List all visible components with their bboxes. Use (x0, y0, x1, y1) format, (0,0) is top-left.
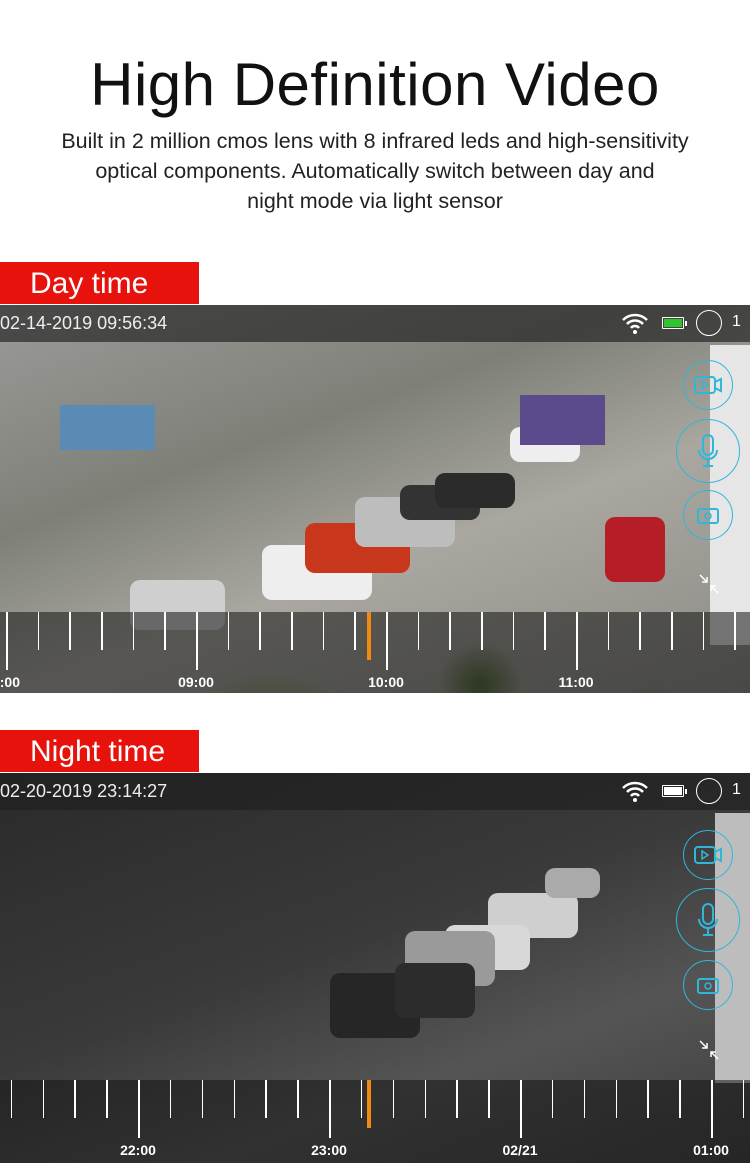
timeline-tick (392, 1080, 395, 1118)
timeline-tick (742, 1080, 745, 1118)
timeline-tick (679, 1080, 681, 1118)
playback-timeline[interactable]: 8:00 09:00 10:00 11:00 (0, 612, 750, 693)
timeline-tick (233, 1080, 235, 1118)
timeline-label: 8:00 (0, 674, 21, 690)
timeline-tick (259, 612, 261, 650)
timeline-tick (132, 612, 135, 650)
page-title: High Definition Video (90, 51, 660, 118)
timeline-tick (734, 612, 736, 650)
microphone-button[interactable] (676, 888, 740, 952)
timeline-tick (671, 612, 673, 650)
record-video-button[interactable] (683, 360, 733, 410)
timeline-label: 01:00 (693, 1142, 729, 1158)
microphone-button[interactable] (676, 419, 740, 483)
timeline-label: 09:00 (178, 674, 214, 690)
timeline-tick (449, 612, 451, 650)
timeline-tick (69, 612, 71, 650)
timeline-tick (607, 612, 610, 650)
timeline-tick (456, 1080, 458, 1118)
timeline-tick (544, 612, 546, 650)
night-time-label: Night time (0, 730, 199, 772)
timeline-tick (488, 1080, 490, 1118)
timeline-tick (639, 612, 641, 650)
timeline-label: 23:00 (311, 1142, 347, 1158)
timeline-cursor[interactable] (367, 1080, 371, 1128)
day-camera-view[interactable]: 02-14-2019 09:56:34 1 8:00 09:00 10:00 11:0… (0, 305, 750, 693)
timeline-tick (74, 1080, 76, 1118)
timeline-tick (169, 1080, 172, 1118)
snapshot-button[interactable] (683, 490, 733, 540)
timeline-tick (424, 1080, 426, 1118)
timeline-tick (481, 612, 483, 650)
timeline-label: 11:00 (558, 674, 594, 690)
description-line: night mode via light sensor (247, 189, 503, 213)
user-icon[interactable] (696, 310, 722, 336)
timeline-tick (6, 612, 8, 670)
timeline-tick (227, 612, 230, 650)
user-icon[interactable] (696, 778, 722, 804)
fullscreen-exit-icon[interactable] (698, 1039, 720, 1061)
timeline-tick (164, 612, 166, 650)
timeline-tick (106, 1080, 108, 1118)
camera-snapshot-icon (697, 508, 719, 524)
timeline-tick (354, 612, 356, 650)
timestamp: 02-14-2019 09:56:34 (0, 313, 168, 333)
timeline-label: 10:00 (368, 674, 404, 690)
battery-charging-icon (662, 317, 687, 329)
viewer-count: 1 (732, 781, 741, 798)
status-bar: 02-20-2019 23:14:27 1 (0, 773, 750, 810)
timeline-tick (417, 612, 420, 650)
timeline-tick (329, 1080, 331, 1138)
record-video-icon (694, 376, 722, 394)
timeline-tick (101, 612, 103, 650)
camera-snapshot-icon (697, 978, 719, 994)
wifi-icon (622, 313, 648, 334)
timeline-tick (360, 1080, 363, 1118)
page-description: Built in 2 million cmos lens with 8 infr… (20, 126, 730, 216)
microphone-icon (698, 434, 718, 467)
timeline-cursor[interactable] (367, 612, 371, 660)
timeline-label: 02/21 (502, 1142, 538, 1158)
battery-full-icon (662, 785, 687, 797)
fullscreen-exit-icon[interactable] (698, 573, 720, 595)
timeline-label: 22:00 (120, 1142, 156, 1158)
timeline-tick (291, 612, 293, 650)
timeline-tick (647, 1080, 649, 1118)
timeline-tick (138, 1080, 140, 1138)
status-bar: 02-14-2019 09:56:34 1 (0, 305, 750, 342)
description-line: optical components. Automatically switch… (95, 159, 655, 183)
viewer-count: 1 (732, 313, 741, 330)
timeline-tick (37, 612, 40, 650)
timeline-tick (386, 612, 388, 670)
timeline-tick (512, 612, 515, 650)
timeline-tick (711, 1080, 713, 1138)
timeline-tick (265, 1080, 267, 1118)
timeline-tick (576, 612, 578, 670)
snapshot-button[interactable] (683, 960, 733, 1010)
microphone-icon (698, 903, 718, 936)
timeline-tick (10, 1080, 13, 1118)
wifi-icon (622, 781, 648, 802)
record-video-icon (694, 846, 722, 864)
timeline-tick (201, 1080, 204, 1118)
timeline-tick (297, 1080, 299, 1118)
timeline-tick (196, 612, 198, 670)
description-line: Built in 2 million cmos lens with 8 infr… (61, 129, 689, 153)
record-video-button[interactable] (683, 830, 733, 880)
timeline-tick (520, 1080, 522, 1138)
timeline-tick (615, 1080, 617, 1118)
timeline-tick (702, 612, 705, 650)
timeline-tick (551, 1080, 554, 1118)
night-camera-view[interactable]: 02-20-2019 23:14:27 1 22:00 23:00 02/21 01:… (0, 773, 750, 1163)
timeline-tick (322, 612, 325, 650)
timestamp: 02-20-2019 23:14:27 (0, 781, 168, 801)
day-time-label: Day time (0, 262, 199, 304)
timeline-tick (42, 1080, 44, 1118)
playback-timeline[interactable]: 22:00 23:00 02/21 01:00 (0, 1080, 750, 1163)
timeline-tick (583, 1080, 586, 1118)
